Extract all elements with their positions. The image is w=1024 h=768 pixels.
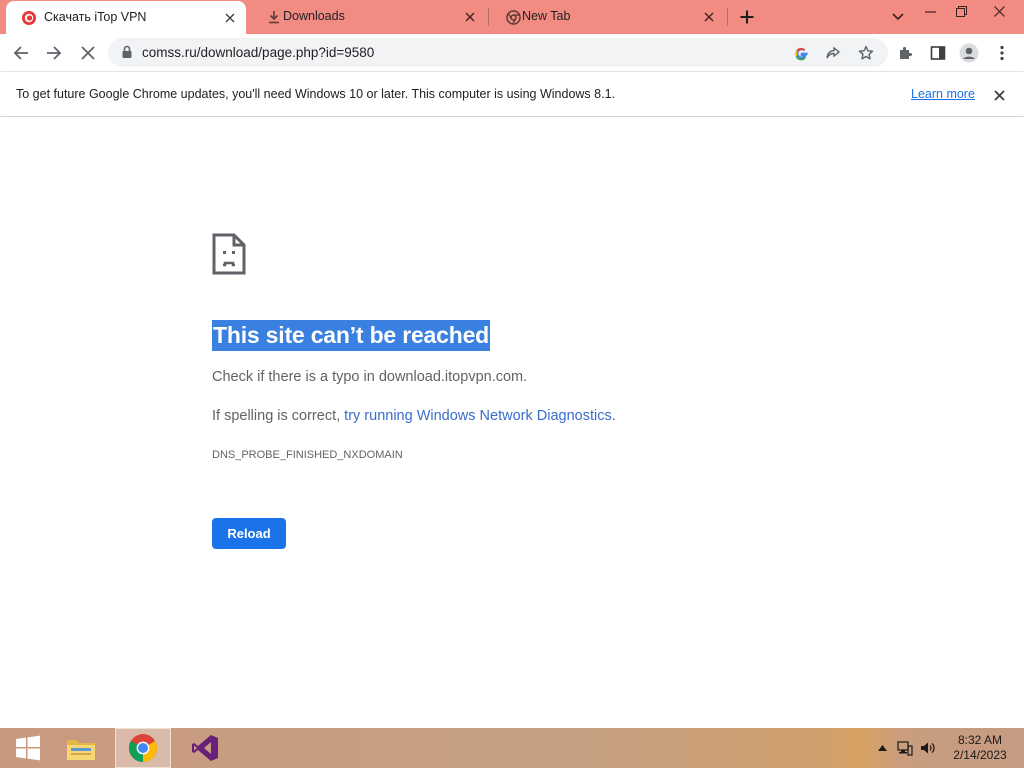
stop-loading-icon [81,46,95,60]
close-tab-icon[interactable] [462,9,478,25]
tab-title: New Tab [522,9,571,23]
update-infobar: To get future Google Chrome updates, you… [0,71,1024,116]
system-clock[interactable]: 8:32 AM 2/14/2023 [948,733,1012,763]
tab-separator [727,8,728,26]
reload-button[interactable]: Reload [212,518,286,549]
close-tab-icon[interactable] [701,9,717,25]
tab-strip: Скачать iTop VPN Downloads New Tab [0,0,1024,34]
clock-date: 2/14/2023 [953,748,1007,762]
extensions-button[interactable] [895,42,917,64]
tab-separator [488,8,489,26]
plus-icon [740,10,754,24]
show-hidden-icons[interactable] [874,740,890,756]
network-icon [897,741,913,756]
side-panel-button[interactable] [927,42,949,64]
arrow-left-icon [13,46,28,60]
share-icon[interactable] [824,44,842,62]
sad-document-icon [212,233,246,275]
tab-downloads[interactable]: Downloads [252,0,486,34]
tab-title: Скачать iTop VPN [44,10,147,24]
chevron-down-icon [892,13,904,21]
network-diagnostics-link[interactable]: try running Windows Network Diagnostics [344,408,612,424]
restore-button[interactable] [945,0,978,22]
url-text[interactable]: comss.ru/download/page.php?id=9580 [142,45,374,60]
volume-tray-button[interactable] [920,740,936,756]
download-icon [266,9,282,25]
start-button[interactable] [0,728,56,768]
windows-taskbar: 8:32 AM 2/14/2023 [0,728,1024,768]
clock-time: 8:32 AM [957,733,1003,747]
tab-search-button[interactable] [890,9,906,25]
learn-more-link[interactable]: Learn more [911,87,975,101]
profile-button[interactable] [958,42,980,64]
network-tray-button[interactable] [897,740,913,756]
loading-button[interactable] [77,42,99,64]
typo-suggestion: Check if there is a typo in download.ito… [212,369,528,385]
visual-studio-button[interactable] [177,728,233,768]
chrome-icon [129,734,157,762]
infobar-message: To get future Google Chrome updates, you… [16,87,615,101]
chevron-up-icon [877,745,887,751]
minimize-icon [925,10,936,13]
avatar-icon [959,43,979,63]
diagnostics-prefix: If spelling is correct, [212,408,345,424]
browser-toolbar: comss.ru/download/page.php?id=9580 [0,34,1024,71]
new-tab-button[interactable] [737,7,757,27]
minimize-button[interactable] [914,0,947,22]
close-tab-icon[interactable] [222,10,238,26]
close-icon [994,5,1005,17]
google-lens-icon[interactable] [792,44,810,62]
tab-new-tab[interactable]: New Tab [491,0,725,34]
diagnostics-suggestion: If spelling is correct, try running Wind… [212,408,616,424]
puzzle-icon [900,47,912,59]
speaker-icon [921,742,935,754]
lock-icon[interactable] [120,45,134,59]
error-page: This site can’t be reached Check if ther… [0,117,1024,728]
address-bar[interactable]: comss.ru/download/page.php?id=9580 [108,38,888,67]
itop-favicon-icon [21,10,37,26]
chrome-taskbar-button[interactable] [115,728,171,768]
visual-studio-icon [192,735,218,761]
diagnostics-suffix: . [611,408,616,424]
start-icon [16,735,40,761]
back-button[interactable] [10,42,32,64]
error-code: DNS_PROBE_FINISHED_NXDOMAIN [212,449,403,461]
bookmark-star-icon[interactable] [857,44,875,62]
tab-itop-vpn[interactable]: Скачать iTop VPN [6,1,246,34]
arrow-right-icon [47,46,62,60]
menu-button[interactable] [991,42,1013,64]
restore-icon [956,5,967,17]
more-vert-icon [1000,45,1004,61]
file-explorer-icon [67,740,95,760]
close-window-button[interactable] [983,0,1016,22]
chrome-icon [505,9,521,25]
tab-title: Downloads [283,9,345,23]
file-explorer-button[interactable] [53,728,109,768]
side-panel-icon [930,46,946,60]
close-infobar-icon[interactable] [990,86,1008,104]
forward-button[interactable] [43,42,65,64]
error-title: This site can’t be reached [212,320,491,351]
